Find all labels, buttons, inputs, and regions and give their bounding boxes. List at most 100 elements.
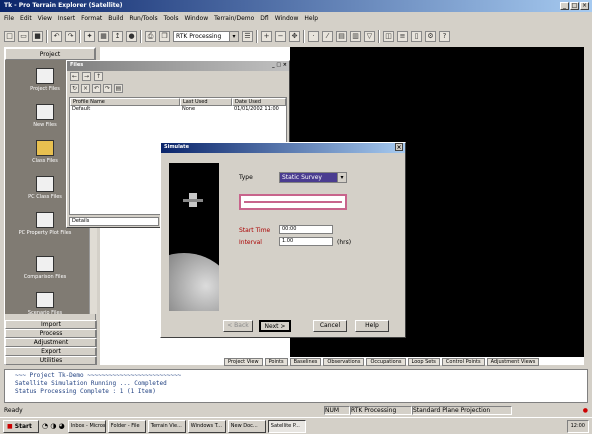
- back-icon[interactable]: ←: [70, 72, 79, 81]
- menu-item[interactable]: Run/Tools: [129, 15, 157, 23]
- sidebar-tab-process[interactable]: Process: [5, 329, 97, 338]
- folder-icon: [36, 68, 54, 84]
- sidebar-tab-adjustment[interactable]: Adjustment: [5, 338, 97, 347]
- menu-item[interactable]: View: [38, 15, 52, 23]
- help-button[interactable]: Help: [355, 320, 389, 332]
- refresh-icon[interactable]: ↻: [70, 84, 79, 93]
- taskbar-button[interactable]: Satellite P...: [267, 419, 306, 433]
- minimize-button[interactable]: _: [560, 2, 569, 10]
- satellite-icon[interactable]: ✦: [84, 30, 95, 42]
- filter-icon[interactable]: ▽: [364, 30, 375, 42]
- zoom-in-icon[interactable]: +: [261, 30, 272, 42]
- properties-icon[interactable]: ▤: [114, 84, 123, 93]
- close-icon[interactable]: _ □ ×: [272, 62, 287, 68]
- column-header-last-used[interactable]: Last Used: [180, 98, 232, 106]
- menu-item[interactable]: Window: [275, 15, 299, 23]
- antenna-icon[interactable]: ↥: [112, 30, 123, 42]
- column-header-date-used[interactable]: Date Used: [232, 98, 286, 106]
- menu-item[interactable]: File: [4, 15, 14, 23]
- table-icon[interactable]: ▤: [336, 30, 347, 42]
- processing-mode-value: RTK Processing: [176, 32, 222, 40]
- next-button[interactable]: Next >: [259, 320, 291, 332]
- line-icon[interactable]: ⁄: [322, 30, 333, 42]
- start-time-input[interactable]: 00:00: [279, 225, 333, 234]
- table-row[interactable]: Default None 01/01/2002 11:00: [70, 106, 286, 114]
- taskbar-button[interactable]: Terrain Vie...: [147, 419, 186, 433]
- pan-icon[interactable]: ✥: [289, 30, 300, 42]
- sidebar-tab-utilities[interactable]: Utilities: [5, 356, 97, 365]
- close-icon[interactable]: ×: [395, 143, 403, 151]
- taskbar-button[interactable]: Inbox - Microsoft: [67, 419, 106, 433]
- undo-icon[interactable]: ↶: [92, 84, 101, 93]
- type-label: Type: [239, 174, 253, 181]
- menu-item[interactable]: Tools: [164, 15, 179, 23]
- menu-item[interactable]: Edit: [20, 15, 32, 23]
- save-icon[interactable]: ■: [32, 30, 43, 42]
- list-icon[interactable]: ☰: [242, 30, 253, 42]
- copy-icon[interactable]: ❐: [159, 30, 170, 42]
- menu-item[interactable]: Terrain/Demo: [214, 15, 254, 23]
- new-file-icon[interactable]: □: [4, 30, 15, 42]
- sidebar-item-scenario-files[interactable]: Scenario Files: [9, 292, 81, 316]
- sidebar-header[interactable]: Project: [5, 48, 95, 60]
- sidebar-tab-export[interactable]: Export: [5, 347, 97, 356]
- menu-item[interactable]: Window: [184, 15, 208, 23]
- open-folder-icon[interactable]: ▭: [18, 30, 29, 42]
- grid-icon[interactable]: ▦: [98, 30, 109, 42]
- print-icon[interactable]: ⎙: [145, 30, 156, 42]
- layers-icon[interactable]: ≡: [397, 30, 408, 42]
- quick-launch-icon[interactable]: ◔ ◑ ◕: [42, 422, 65, 430]
- taskbar-buttons: Inbox - MicrosoftFolder - FileTerrain Vi…: [67, 419, 306, 433]
- column-header-name[interactable]: Profile Name: [70, 98, 180, 106]
- start-button[interactable]: ■ Start: [3, 419, 39, 433]
- alert-icon[interactable]: ●: [583, 407, 588, 414]
- settings-icon[interactable]: ⚙: [425, 30, 436, 42]
- redo-icon[interactable]: ↷: [65, 30, 76, 42]
- menu-item[interactable]: Insert: [58, 15, 75, 23]
- process-icon[interactable]: ●: [126, 30, 137, 42]
- undo-icon[interactable]: ↶: [51, 30, 62, 42]
- menu-item[interactable]: Help: [304, 15, 318, 23]
- menu-item[interactable]: Dfl: [260, 15, 268, 23]
- point-icon[interactable]: ·: [308, 30, 319, 42]
- view-tab[interactable]: Adjustment Views: [486, 357, 540, 366]
- files-list-header: Profile Name Last Used Date Used: [70, 98, 286, 106]
- up-folder-icon[interactable]: ↑: [94, 72, 103, 81]
- taskbar-button[interactable]: Windows T...: [187, 419, 226, 433]
- redo-icon[interactable]: ↷: [103, 84, 112, 93]
- view-tab[interactable]: Observations: [323, 357, 365, 366]
- output-line: Satellite Simulation Running ... Complet…: [15, 380, 167, 387]
- interval-input[interactable]: 1.00: [279, 237, 333, 246]
- cancel-button[interactable]: Cancel: [313, 320, 347, 332]
- type-select[interactable]: Static Survey ▾: [279, 172, 347, 183]
- status-text: Ready: [4, 407, 23, 414]
- view-tab[interactable]: Occupations: [366, 357, 406, 366]
- zoom-out-icon[interactable]: −: [275, 30, 286, 42]
- help-icon[interactable]: ?: [439, 30, 450, 42]
- menu-item[interactable]: Build: [108, 15, 123, 23]
- row-date-used: 01/01/2002 11:00: [234, 106, 279, 112]
- close-button[interactable]: ×: [580, 2, 589, 10]
- sidebar-item-comparison-files[interactable]: Comparison Files: [9, 256, 81, 280]
- chart-icon[interactable]: ▥: [350, 30, 361, 42]
- maximize-button[interactable]: □: [570, 2, 579, 10]
- map-icon[interactable]: ◫: [383, 30, 394, 42]
- files-footer: Details: [69, 217, 159, 226]
- back-button[interactable]: < Back: [223, 320, 253, 332]
- sidebar-item-label: Project Files: [30, 86, 60, 92]
- sidebar-item-label: New Files: [33, 122, 57, 128]
- report-icon[interactable]: ▯: [411, 30, 422, 42]
- view-tab[interactable]: Baselines: [289, 357, 322, 366]
- delete-icon[interactable]: ×: [81, 84, 90, 93]
- sidebar-tab-import[interactable]: Import: [5, 320, 97, 329]
- view-tab[interactable]: Project View: [224, 357, 263, 366]
- view-tab[interactable]: Control Points: [441, 357, 485, 366]
- taskbar-button[interactable]: Folder - File: [107, 419, 146, 433]
- processing-mode-select[interactable]: RTK Processing ▾: [173, 30, 239, 42]
- forward-icon[interactable]: →: [82, 72, 91, 81]
- view-tab[interactable]: Points: [264, 357, 288, 366]
- toolbar-separator: [378, 29, 380, 43]
- view-tab[interactable]: Loop Sets: [407, 357, 440, 366]
- taskbar-button[interactable]: New Doc...: [227, 419, 266, 433]
- menu-item[interactable]: Format: [81, 15, 102, 23]
